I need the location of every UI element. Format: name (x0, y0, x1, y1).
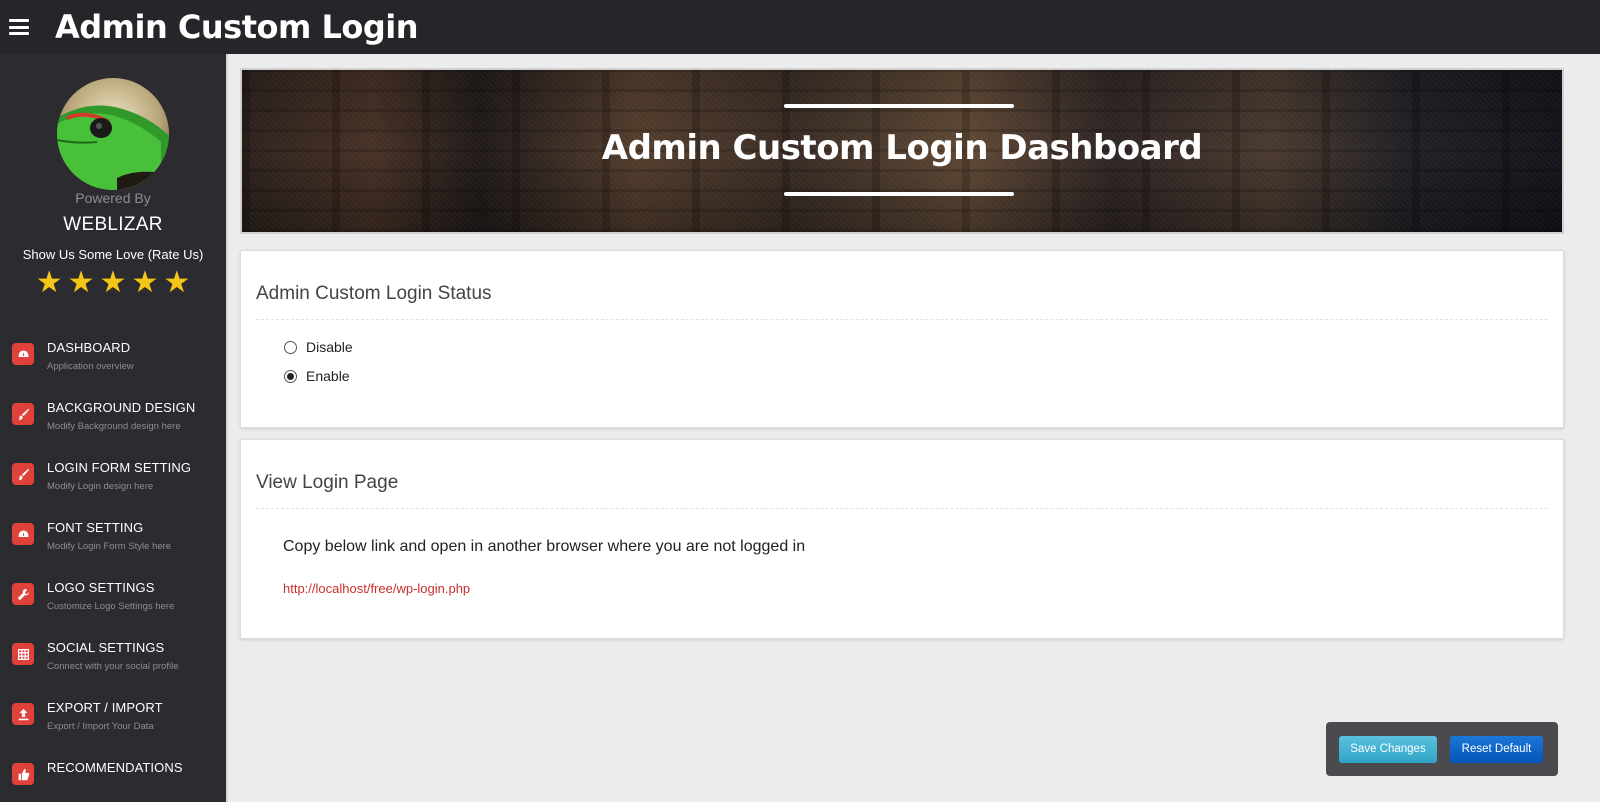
wrench-icon (12, 583, 34, 605)
sidebar-item-sub: Modify Background design here (47, 421, 181, 432)
dashboard-icon (12, 523, 34, 545)
radio-enable-circle[interactable] (284, 369, 297, 383)
brush-icon (12, 463, 34, 485)
radio-disable-circle[interactable] (284, 340, 297, 354)
brand-name: WEBLIZAR (63, 214, 163, 235)
banner-title: Admin Custom Login Dashboard (601, 128, 1203, 168)
star-icon[interactable]: ★ (68, 268, 95, 298)
sidebar-item-label: RECOMMENDATIONS (47, 760, 183, 775)
star-icon[interactable]: ★ (100, 268, 127, 298)
save-changes-button[interactable]: Save Changes (1339, 735, 1437, 763)
sidebar-menu: DASHBOARD Application overview BACKGROUN… (0, 340, 226, 802)
banner-rule-bottom (784, 192, 1014, 196)
enable-radio-label: Enable (306, 368, 350, 384)
sidebar-item-sub: Application overview (47, 361, 134, 372)
sidebar-item-dashboard[interactable]: DASHBOARD Application overview (0, 340, 226, 400)
powered-by-label: Powered By (75, 190, 151, 206)
star-icon[interactable]: ★ (131, 268, 158, 298)
sidebar-item-label: LOGIN FORM SETTING (47, 460, 192, 475)
app-title: Admin Custom Login (55, 8, 419, 46)
brush-icon (12, 403, 34, 425)
disable-radio[interactable]: Disable (284, 339, 353, 355)
sidebar-item-export-import[interactable]: EXPORT / IMPORT Export / Import Your Dat… (0, 700, 226, 760)
dashboard-icon (12, 343, 34, 365)
sidebar-item-label: BACKGROUND DESIGN (47, 400, 196, 415)
sidebar-item-sub: Export / Import Your Data (47, 721, 154, 732)
sidebar-item-social-settings[interactable]: SOCIAL SETTINGS Connect with your social… (0, 640, 226, 700)
sidebar-item-label: EXPORT / IMPORT (47, 700, 163, 715)
rating-stars[interactable]: ★ ★ ★ ★ ★ (0, 268, 226, 298)
view-panel-title: View Login Page (256, 472, 399, 493)
action-bar: Save Changes Reset Default (1326, 722, 1558, 776)
sidebar-item-background-design[interactable]: BACKGROUND DESIGN Modify Background desi… (0, 400, 226, 460)
main-content: Admin Custom Login Dashboard Admin Custo… (226, 54, 1600, 802)
banner-rule-top (784, 104, 1014, 108)
star-icon[interactable]: ★ (36, 268, 63, 298)
hamburger-menu-icon[interactable] (9, 19, 29, 35)
view-login-panel: View Login Page Copy below link and open… (240, 439, 1564, 639)
star-icon[interactable]: ★ (163, 268, 190, 298)
upload-icon (12, 703, 34, 725)
sidebar-item-font-setting[interactable]: FONT SETTING Modify Login Form Style her… (0, 520, 226, 580)
login-page-link[interactable]: http://localhost/free/wp-login.php (283, 581, 470, 596)
dashboard-banner: Admin Custom Login Dashboard (240, 68, 1564, 234)
sidebar-item-sub: Modify Login Form Style here (47, 541, 172, 552)
sidebar-item-label: FONT SETTING (47, 520, 144, 535)
sidebar-item-sub: Modify Login design here (47, 481, 154, 492)
sidebar-item-recommendations[interactable]: RECOMMENDATIONS (0, 760, 226, 802)
disable-radio-label: Disable (306, 339, 353, 355)
enable-radio[interactable]: Enable (284, 368, 350, 384)
reset-default-button[interactable]: Reset Default (1450, 735, 1543, 763)
grid-icon (12, 643, 34, 665)
status-panel-title: Admin Custom Login Status (256, 283, 492, 304)
panel-divider (256, 508, 1548, 509)
sidebar-item-login-form-setting[interactable]: LOGIN FORM SETTING Modify Login design h… (0, 460, 226, 520)
sidebar-item-sub: Connect with your social profile (47, 661, 179, 672)
sidebar-item-label: LOGO SETTINGS (47, 580, 155, 595)
thumbs-up-icon (12, 763, 34, 785)
panel-divider (256, 319, 1548, 320)
gecko-avatar (57, 78, 169, 190)
sidebar-item-sub: Customize Logo Settings here (47, 601, 175, 612)
sidebar-item-label: DASHBOARD (47, 340, 131, 355)
profile-block: Powered By WEBLIZAR Show Us Some Love (R… (0, 54, 226, 298)
copy-instruction: Copy below link and open in another brow… (283, 538, 806, 555)
rate-us-text: Show Us Some Love (Rate Us) (22, 247, 204, 262)
sidebar-item-logo-settings[interactable]: LOGO SETTINGS Customize Logo Settings he… (0, 580, 226, 640)
sidebar: Powered By WEBLIZAR Show Us Some Love (R… (0, 54, 226, 802)
top-bar: Admin Custom Login (0, 0, 1600, 54)
sidebar-item-label: SOCIAL SETTINGS (47, 640, 165, 655)
status-panel: Admin Custom Login Status Disable Enable (240, 250, 1564, 428)
